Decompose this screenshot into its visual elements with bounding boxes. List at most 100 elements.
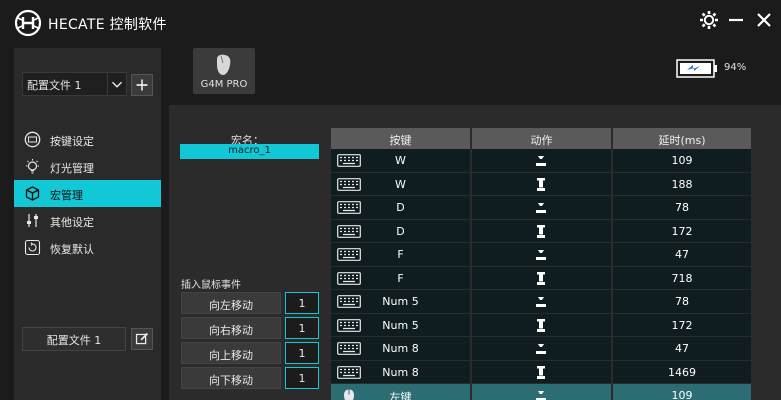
macro-events-table: 按键 动作 延时(ms) W 109 W 188 D 78 D 172 F 47 F 718 Num 5… [331, 128, 751, 400]
sidebar-item-macro[interactable]: 宏管理 [14, 180, 161, 207]
column-divider [470, 360, 472, 383]
cell-action [472, 149, 611, 172]
table-body: W 109 W 188 D 78 D 172 F 47 F 718 Num 5 78 Num 5 172 Num… [331, 149, 751, 400]
current-profile-label[interactable]: 配置文件 1 [22, 327, 126, 351]
column-divider [470, 337, 472, 360]
key-down-icon [536, 156, 546, 166]
column-header-action: 动作 [472, 128, 611, 149]
cell-delay[interactable]: 78 [613, 290, 751, 313]
column-header-key: 按键 [331, 128, 470, 149]
key-label: F [397, 248, 404, 261]
cell-delay[interactable]: 188 [613, 173, 751, 196]
column-divider [470, 313, 472, 336]
battery-percent: 94% [724, 62, 747, 73]
column-divider [611, 172, 613, 195]
column-divider [611, 384, 613, 400]
key-up-icon [537, 224, 545, 238]
mouse-button-icon [344, 389, 354, 400]
app-window: HECATE 控制软件 配置文件 1 按键设定 灯光管理 宏管理 其他设定 恢复… [0, 0, 781, 400]
cell-delay[interactable]: 718 [613, 267, 751, 290]
table-row[interactable]: D 78 [331, 196, 751, 220]
cell-delay[interactable]: 172 [613, 220, 751, 243]
move-down-button[interactable]: 向下移动 [181, 367, 281, 389]
sidebar-item-key-settings[interactable]: 按键设定 [14, 126, 161, 153]
table-row[interactable]: Num 5 172 [331, 313, 751, 337]
chevron-down-icon[interactable] [107, 72, 127, 96]
keyboard-icon [337, 224, 361, 238]
key-label: W [395, 154, 406, 167]
key-up-icon [537, 177, 545, 191]
add-profile-button[interactable] [131, 74, 153, 96]
column-divider [470, 384, 472, 400]
cell-action [472, 243, 611, 266]
edit-icon[interactable] [131, 328, 153, 350]
table-row[interactable]: Num 5 78 [331, 290, 751, 314]
cell-key: Num 8 [331, 337, 470, 360]
sidebar-item-lighting[interactable]: 灯光管理 [14, 153, 161, 180]
move-up-value[interactable]: 1 [285, 342, 319, 364]
key-label: Num 5 [382, 295, 419, 308]
cell-key: Num 5 [331, 314, 470, 337]
cell-delay[interactable]: 47 [613, 337, 751, 360]
sidebar-item-label: 其他设定 [50, 216, 94, 229]
keyboard-icon [337, 248, 361, 261]
cell-delay[interactable]: 78 [613, 196, 751, 219]
key-label: Num 8 [382, 342, 419, 355]
cell-delay[interactable]: 47 [613, 243, 751, 266]
cell-key: D [331, 220, 470, 243]
keyboard-settings-icon [24, 131, 41, 148]
column-divider [470, 266, 472, 289]
key-up-icon [537, 318, 545, 332]
key-label: Num 5 [382, 318, 419, 332]
column-divider [470, 219, 472, 242]
move-left-button[interactable]: 向左移动 [181, 292, 281, 314]
minimize-icon[interactable] [724, 8, 748, 32]
settings-gear-icon[interactable] [697, 8, 721, 32]
sidebar-item-restore-default[interactable]: 恢复默认 [14, 234, 161, 261]
table-row[interactable]: D 172 [331, 219, 751, 243]
column-divider [611, 313, 613, 336]
key-label: 左键 [389, 391, 412, 400]
column-divider [611, 266, 613, 289]
table-row[interactable]: W 109 [331, 149, 751, 173]
keyboard-icon [337, 201, 361, 214]
device-card[interactable]: G4M PRO [193, 48, 255, 94]
cell-delay[interactable]: 109 [613, 149, 751, 172]
table-row[interactable]: F 47 [331, 243, 751, 267]
column-divider [470, 290, 472, 313]
move-left-value[interactable]: 1 [285, 292, 319, 314]
cell-delay[interactable]: 1469 [613, 361, 751, 384]
table-row[interactable]: Num 8 47 [331, 337, 751, 361]
move-right-value[interactable]: 1 [285, 317, 319, 339]
column-divider [470, 243, 472, 266]
keyboard-icon [337, 154, 361, 167]
key-label: D [396, 224, 405, 238]
move-down-value[interactable]: 1 [285, 367, 319, 389]
cell-delay[interactable]: 109 [613, 384, 751, 400]
keyboard-icon [337, 177, 361, 191]
macro-name-item[interactable]: macro_1 [180, 144, 319, 159]
table-row[interactable]: Num 8 1469 [331, 360, 751, 384]
table-row[interactable]: W 188 [331, 172, 751, 196]
keyboard-icon [337, 365, 361, 379]
move-up-button[interactable]: 向上移动 [181, 342, 281, 364]
cell-delay[interactable]: 172 [613, 314, 751, 337]
cell-action [472, 173, 611, 196]
cell-key: W [331, 173, 470, 196]
cell-action [472, 384, 611, 400]
column-divider [611, 219, 613, 242]
column-divider [470, 149, 472, 172]
key-down-icon [536, 250, 546, 260]
move-right-button[interactable]: 向右移动 [181, 317, 281, 339]
close-icon[interactable] [752, 8, 776, 32]
column-divider [611, 360, 613, 383]
cell-key: 左键 [331, 384, 470, 400]
cell-action [472, 337, 611, 360]
cell-action [472, 220, 611, 243]
keyboard-icon [337, 295, 361, 308]
table-row[interactable]: F 718 [331, 266, 751, 290]
hecate-logo-icon [14, 9, 42, 37]
app-title: HECATE 控制软件 [48, 17, 167, 33]
table-row[interactable]: 左键 109 [331, 384, 751, 400]
sidebar-item-other-settings[interactable]: 其他设定 [14, 207, 161, 234]
